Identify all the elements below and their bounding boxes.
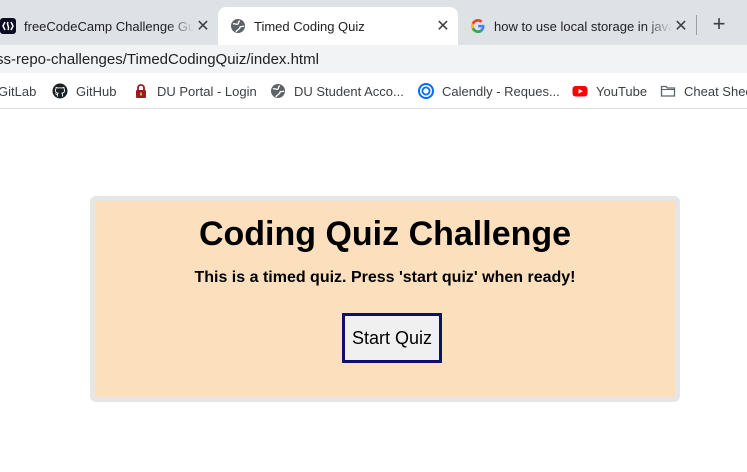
start-quiz-button[interactable]: Start Quiz <box>342 313 442 363</box>
bookmark-label: Calendly - Reques... <box>442 83 560 99</box>
quiz-card: Coding Quiz Challenge This is a timed qu… <box>90 196 680 402</box>
bookmark-label: YouTube <box>596 83 648 99</box>
tab-freecodecamp[interactable]: freeCodeCamp Challenge Guide ✕ <box>0 7 218 45</box>
page-content: Coding Quiz Challenge This is a timed qu… <box>0 110 747 472</box>
du-lock-icon <box>133 83 149 99</box>
bookmark-label: GitHub <box>76 83 117 99</box>
google-icon <box>470 18 486 34</box>
youtube-icon <box>572 83 588 99</box>
github-icon <box>52 83 68 99</box>
bookmark-folder-cheat-sheets[interactable]: Cheat Shee <box>660 73 747 109</box>
tab-title: freeCodeCamp Challenge Guide <box>24 18 194 34</box>
globe-icon <box>270 83 286 99</box>
tab-divider <box>696 15 697 35</box>
plus-icon: + <box>712 11 726 36</box>
close-icon[interactable]: ✕ <box>194 17 212 35</box>
folder-icon <box>660 83 676 99</box>
close-icon[interactable]: ✕ <box>434 17 452 35</box>
bookmark-du-portal[interactable]: DU Portal - Login <box>133 73 257 109</box>
bookmarks-bar: GitLab GitHub DU Portal - Login DU Stude… <box>0 73 747 109</box>
calendly-icon <box>418 83 434 99</box>
browser-window: freeCodeCamp Challenge Guide ✕ Timed Cod… <box>0 0 747 472</box>
bookmark-gitlab[interactable]: GitLab <box>0 73 36 109</box>
page-title: Coding Quiz Challenge <box>198 215 572 253</box>
tab-strip: freeCodeCamp Challenge Guide ✕ Timed Cod… <box>0 0 747 45</box>
quiz-instructions: This is a timed quiz. Press 'start quiz'… <box>194 269 576 286</box>
bookmark-label: DU Portal - Login <box>157 83 257 99</box>
tab-title: Timed Coding Quiz <box>254 18 365 34</box>
bookmark-label: DU Student Acco... <box>294 83 404 99</box>
url-text[interactable]: ss-repo-challenges/TimedCodingQuiz/index… <box>0 51 319 68</box>
new-tab-button[interactable]: + <box>707 11 731 36</box>
freecodecamp-icon <box>0 18 16 34</box>
close-icon[interactable]: ✕ <box>672 17 690 35</box>
address-bar[interactable]: ss-repo-challenges/TimedCodingQuiz/index… <box>0 45 747 73</box>
tab-timed-coding-quiz[interactable]: Timed Coding Quiz ✕ <box>218 7 458 45</box>
bookmark-label: Cheat Shee <box>684 83 747 99</box>
bookmark-du-student-account[interactable]: DU Student Acco... <box>270 73 404 109</box>
bookmark-youtube[interactable]: YouTube <box>572 73 647 109</box>
tab-title: how to use local storage in javascript <box>494 18 672 34</box>
globe-icon <box>230 18 246 34</box>
tab-google-search[interactable]: how to use local storage in javascript ✕ <box>458 7 694 45</box>
bookmark-label: GitLab <box>0 83 37 99</box>
bookmark-calendly[interactable]: Calendly - Reques... <box>418 73 560 109</box>
bookmark-github[interactable]: GitHub <box>52 73 116 109</box>
